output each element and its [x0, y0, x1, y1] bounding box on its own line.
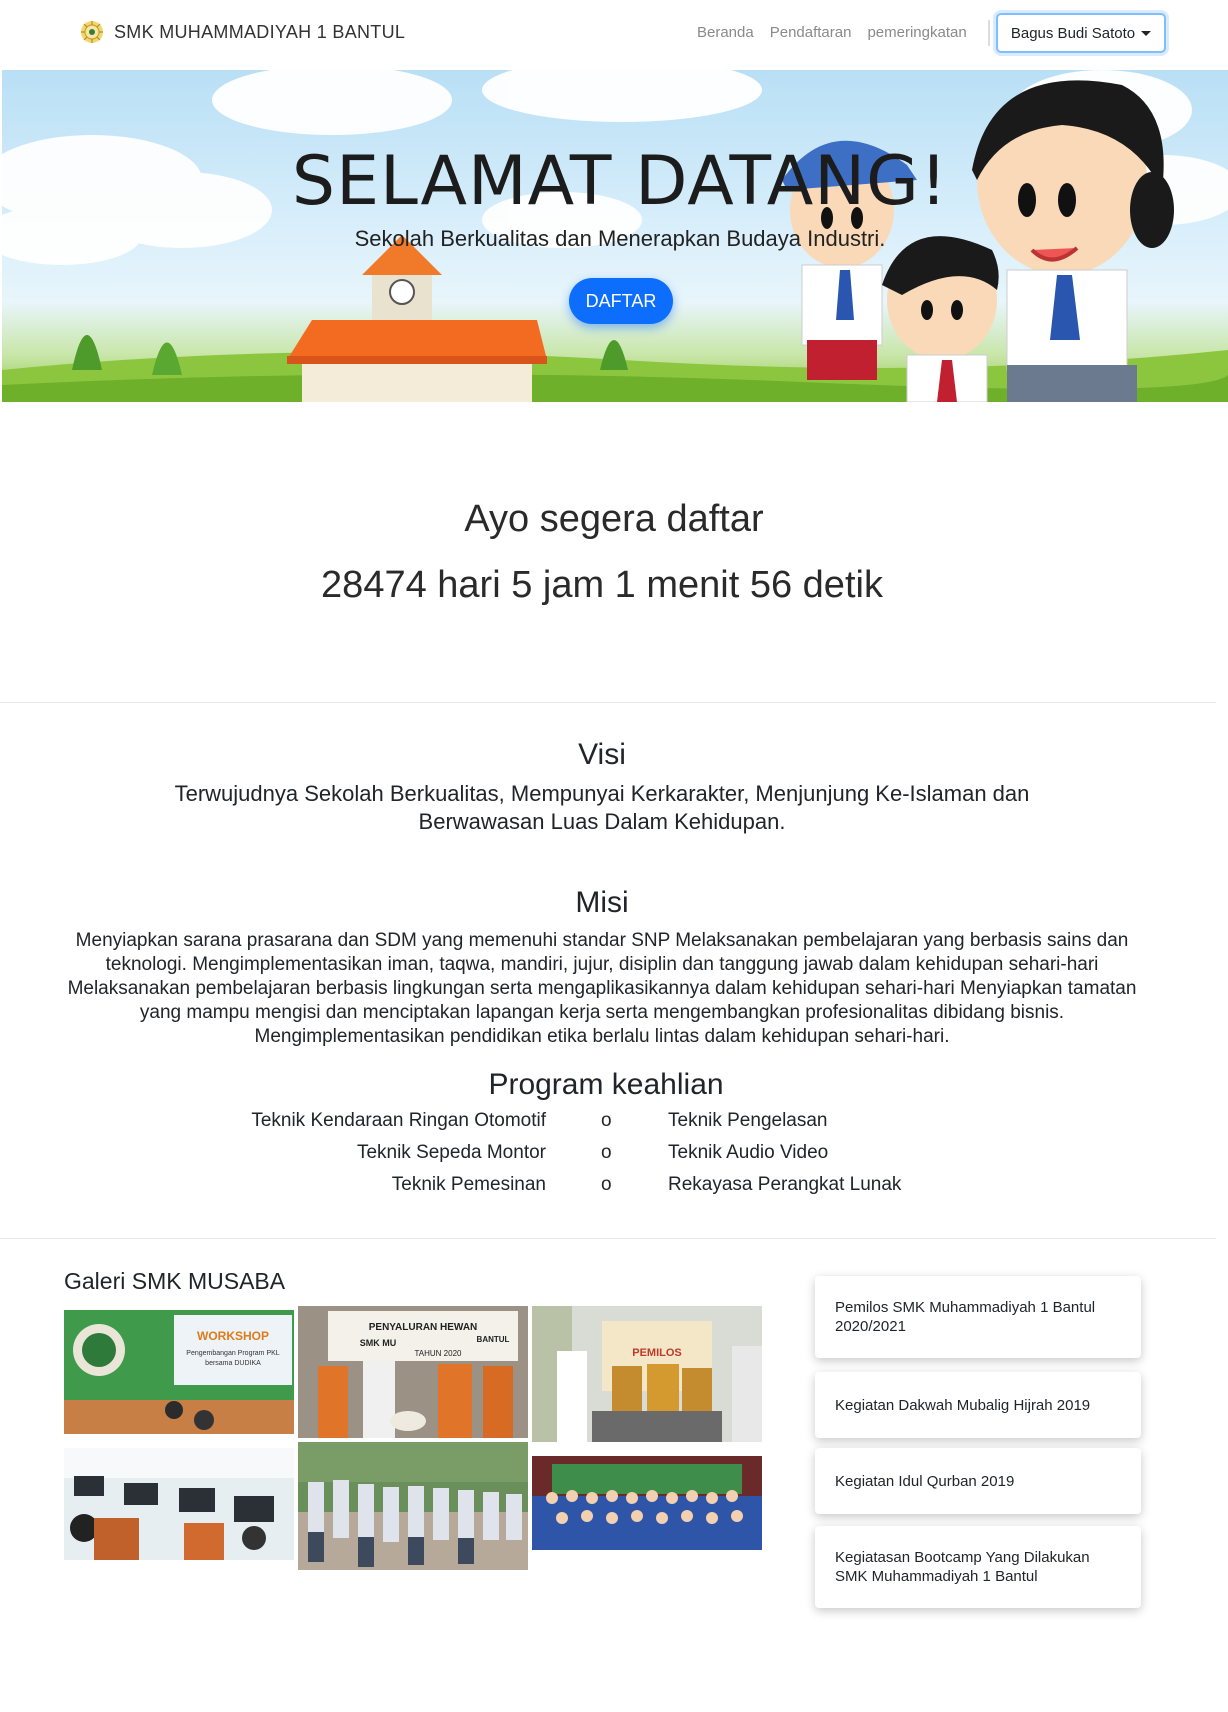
- computer-lab-photo[interactable]: [64, 1448, 294, 1560]
- students-line-photo[interactable]: [298, 1442, 528, 1570]
- gallery-title: Galeri SMK MUSABA: [64, 1268, 286, 1294]
- svg-text:Pengembangan Program PKL: Pengembangan Program PKL: [186, 1350, 279, 1357]
- bullet: o: [601, 1142, 612, 1163]
- svg-text:bersama DUDIKA: bersama DUDIKA: [205, 1360, 261, 1367]
- svg-text:TAHUN 2020: TAHUN 2020: [415, 1349, 463, 1358]
- news-card-title: Kegiatasan Bootcamp Yang Dilakukan SMK M…: [835, 1549, 1090, 1585]
- section-divider: [0, 1238, 1216, 1239]
- brand[interactable]: SMK MUHAMMADIYAH 1 BANTUL: [80, 20, 405, 44]
- distribution-photo[interactable]: PENYALURAN HEWAN SMK MU BANTUL TAHUN 202…: [298, 1306, 528, 1438]
- nav-link-pendaftaran[interactable]: Pendaftaran: [770, 24, 852, 41]
- school-logo-icon: [81, 21, 103, 43]
- program-heading: Program keahlian: [488, 1068, 724, 1101]
- news-card-title: Kegiatan Idul Qurban 2019: [835, 1472, 1015, 1490]
- program-item: Teknik Pengelasan: [668, 1110, 828, 1131]
- news-card-title: Kegiatan Dakwah Mubalig Hijrah 2019: [835, 1396, 1091, 1414]
- ceremony-photo[interactable]: PEMILOS: [532, 1306, 762, 1442]
- nav-links: Beranda Pendaftaran pemeringkatan: [697, 24, 967, 41]
- group-photo[interactable]: [532, 1456, 762, 1550]
- hero-subtitle: Sekolah Berkualitas dan Menerapkan Buday…: [354, 226, 886, 251]
- news-card[interactable]: Pemilos SMK Muhammadiyah 1 Bantul 2020/2…: [815, 1276, 1141, 1358]
- misi-text: Menyiapkan sarana prasarana dan SDM yang…: [67, 930, 1137, 1047]
- visi-heading: Visi: [578, 738, 626, 771]
- misi-heading: Misi: [575, 886, 629, 919]
- svg-text:WORKSHOP: WORKSHOP: [197, 1329, 269, 1343]
- navbar: SMK MUHAMMADIYAH 1 BANTUL Beranda Pendaf…: [0, 0, 1228, 70]
- svg-text:BANTUL: BANTUL: [477, 1335, 510, 1344]
- hero-banner: SELAMAT DATANG! Sekolah Berkualitas dan …: [2, 70, 1228, 402]
- program-row: Teknik Pemesinan o Rekayasa Perangkat Lu…: [0, 1174, 1228, 1204]
- nav-link-beranda[interactable]: Beranda: [697, 24, 754, 41]
- svg-text:PENYALURAN HEWAN: PENYALURAN HEWAN: [369, 1322, 478, 1333]
- nav-divider: [988, 20, 990, 46]
- bullet: o: [601, 1110, 612, 1131]
- svg-text:SMK MU: SMK MU: [360, 1338, 397, 1348]
- program-item: Teknik Sepeda Montor: [356, 1142, 546, 1163]
- program-row: Teknik Kendaraan Ringan Otomotif o Tekni…: [0, 1110, 1228, 1140]
- program-item: Teknik Audio Video: [668, 1142, 829, 1163]
- daftar-button[interactable]: DAFTAR: [569, 278, 673, 324]
- news-card[interactable]: Kegiatasan Bootcamp Yang Dilakukan SMK M…: [815, 1526, 1141, 1608]
- workshop-photo[interactable]: WORKSHOP Pengembangan Program PKL bersam…: [64, 1310, 294, 1434]
- visi-text: Terwujudnya Sekolah Berkualitas, Mempuny…: [174, 781, 1030, 834]
- user-menu-button[interactable]: Bagus Budi Satoto: [996, 13, 1166, 53]
- countdown-title: Ayo segera daftar: [464, 498, 764, 540]
- svg-text:PEMILOS: PEMILOS: [632, 1347, 682, 1359]
- program-item: Teknik Pemesinan: [391, 1174, 546, 1195]
- program-item: Teknik Kendaraan Ringan Otomotif: [251, 1110, 546, 1131]
- nav-link-pemeringkatan[interactable]: pemeringkatan: [867, 24, 966, 41]
- news-card-title: Pemilos SMK Muhammadiyah 1 Bantul 2020/2…: [835, 1299, 1096, 1335]
- section-divider: [0, 702, 1216, 703]
- news-card[interactable]: Kegiatan Dakwah Mubalig Hijrah 2019: [815, 1372, 1141, 1438]
- countdown-value: 28474 hari 5 jam 1 menit 56 detik: [321, 564, 883, 606]
- program-item: Rekayasa Perangkat Lunak: [668, 1174, 902, 1195]
- bullet: o: [601, 1174, 612, 1195]
- brand-name: SMK MUHAMMADIYAH 1 BANTUL: [114, 21, 406, 42]
- caret-down-icon: [1141, 30, 1152, 36]
- hero-title: SELAMAT DATANG!: [291, 142, 949, 221]
- user-name: Bagus Budi Satoto: [1010, 24, 1136, 42]
- news-card[interactable]: Kegiatan Idul Qurban 2019: [815, 1448, 1141, 1514]
- program-row: Teknik Sepeda Montor o Teknik Audio Vide…: [0, 1142, 1228, 1172]
